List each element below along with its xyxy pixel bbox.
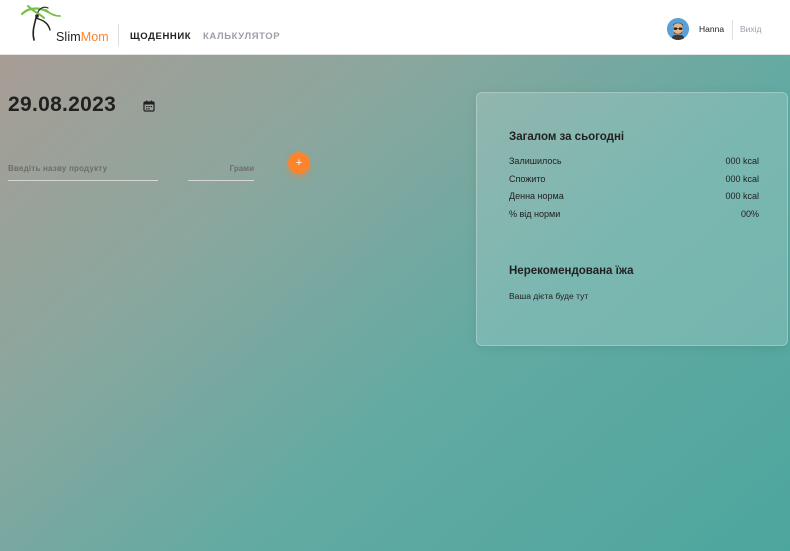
summary-row-consumed: Спожито 000 kcal [509,174,759,186]
logout-button[interactable]: Вихід [740,24,762,34]
logo-text: SlimMom [56,30,109,44]
summary-row-label: Залишилось [509,156,562,166]
user-avatar-icon[interactable] [667,18,689,40]
summary-row-value: 00% [740,209,759,219]
summary-row-value: 000 kcal [725,174,759,184]
grams-input[interactable] [188,151,254,181]
user-name: Hanna [699,24,725,34]
summary-row-label: Денна норма [509,191,564,201]
product-name-input[interactable] [8,151,158,181]
diary-date: 29.08.2023 [8,93,117,116]
main-content: 29.08.2023 + Загалом за сьогодні Залишил… [0,55,790,551]
summary-title: Загалом за сьогодні [509,131,625,143]
summary-row-remaining: Залишилось 000 kcal [509,156,759,168]
summary-row-value: 000 kcal [725,191,759,201]
logo[interactable]: SlimMom [18,4,109,48]
not-recommended-food-title: Нерекомендована їжа [509,265,634,277]
app-header: SlimMom ЩОДЕННИК КАЛЬКУЛЯТОР Hanna Вихід [0,0,790,55]
summary-row-daily-norm: Денна норма 000 kcal [509,191,759,203]
summary-panel: Загалом за сьогодні Залишилось 000 kcal … [476,92,788,346]
nav-calculator-link[interactable]: КАЛЬКУЛЯТОР [203,31,280,42]
nav-diary-link[interactable]: ЩОДЕННИК [130,31,191,42]
summary-row-label: Спожито [509,174,546,184]
user-divider [732,20,733,40]
header-divider [118,24,119,46]
summary-row-percent: % від норми 00% [509,209,759,221]
add-product-button[interactable]: + [288,152,310,174]
summary-row-label: % від норми [509,209,561,219]
not-recommended-food-text: Ваша дієта буде тут [509,291,589,301]
summary-row-value: 000 kcal [725,156,759,166]
calendar-icon[interactable] [143,99,155,112]
